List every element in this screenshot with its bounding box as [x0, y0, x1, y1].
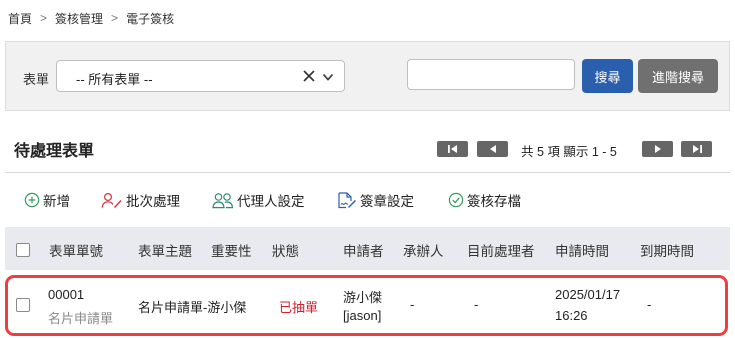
check-circle-icon	[448, 192, 464, 208]
chevron-right-icon: >	[111, 11, 119, 25]
first-page-icon	[447, 145, 457, 153]
batch-process-button[interactable]: 批次處理	[101, 189, 180, 211]
select-all-checkbox[interactable]	[16, 243, 30, 257]
row-form-no[interactable]: 00001	[48, 287, 84, 302]
stamp-settings-button[interactable]: 簽章設定	[337, 189, 414, 211]
breadcrumb-signoff-management[interactable]: 簽核管理	[55, 10, 103, 27]
header-applicant[interactable]: 申請者	[343, 240, 384, 260]
advanced-search-button[interactable]: 進階搜尋	[638, 59, 718, 93]
next-page-icon	[654, 145, 661, 153]
row-apply-date: 2025/01/17	[555, 287, 621, 302]
header-status[interactable]: 狀態	[272, 240, 299, 260]
header-due-time[interactable]: 到期時間	[640, 240, 694, 260]
prev-page-icon	[489, 145, 496, 153]
user-edit-icon	[101, 192, 122, 208]
row-applicant-name: 游小傑	[343, 290, 383, 305]
last-page-icon	[692, 145, 702, 153]
pager-summary: 共 5 項 顯示 1 - 5	[521, 145, 617, 159]
row-subject[interactable]: 名片申請單-游小傑	[138, 297, 246, 316]
next-page-button[interactable]	[642, 141, 673, 157]
add-button[interactable]: 新增	[24, 189, 70, 211]
header-importance[interactable]: 重要性	[211, 240, 252, 260]
breadcrumb-home[interactable]: 首頁	[8, 10, 32, 27]
stamp-settings-label: 簽章設定	[360, 194, 414, 209]
chevron-right-icon: >	[40, 11, 48, 25]
search-button[interactable]: 搜尋	[582, 59, 633, 93]
prev-page-button[interactable]	[477, 141, 508, 157]
breadcrumb-current: 電子簽核	[126, 11, 175, 26]
header-form-no[interactable]: 表單單號	[49, 240, 103, 260]
form-select-value: -- 所有表單 --	[76, 72, 153, 87]
users-icon	[212, 192, 234, 208]
row-status-badge: 已抽單	[279, 300, 319, 315]
first-page-button[interactable]	[437, 141, 468, 157]
row-form-type: 名片申請單	[48, 311, 114, 326]
clear-icon[interactable]	[302, 69, 316, 83]
pending-forms-title: 待處理表單	[14, 143, 95, 160]
archive-label: 簽核存檔	[467, 194, 521, 209]
header-current-processor[interactable]: 目前處理者	[467, 240, 535, 260]
row-checkbox[interactable]	[16, 298, 30, 312]
row-applicant-id: [jason]	[343, 308, 382, 323]
row-due-time: -	[647, 297, 652, 312]
search-input[interactable]	[407, 59, 575, 90]
row-current-processor: -	[474, 297, 479, 312]
form-select[interactable]: -- 所有表單 --	[56, 60, 345, 92]
filter-panel: 表單 -- 所有表單 -- 搜尋 進階搜尋	[5, 41, 730, 111]
header-handler[interactable]: 承辦人	[403, 240, 444, 260]
proxy-settings-button[interactable]: 代理人設定	[212, 189, 305, 211]
breadcrumb: 首頁 > 簽核管理 > 電子簽核	[8, 9, 174, 27]
document-signature-icon	[338, 191, 356, 208]
plus-circle-icon	[24, 192, 40, 208]
archive-button[interactable]: 簽核存檔	[448, 189, 521, 211]
row-handler: -	[410, 297, 415, 312]
proxy-settings-label: 代理人設定	[237, 194, 305, 209]
add-label: 新增	[43, 194, 70, 209]
form-filter-label: 表單	[23, 72, 50, 87]
section-divider	[5, 172, 730, 173]
row-apply-clock: 16:26	[555, 308, 588, 323]
chevron-down-icon[interactable]	[322, 71, 334, 83]
last-page-button[interactable]	[681, 141, 712, 157]
batch-process-label: 批次處理	[126, 194, 180, 209]
header-apply-time[interactable]: 申請時間	[555, 240, 609, 260]
header-subject[interactable]: 表單主題	[138, 240, 192, 260]
